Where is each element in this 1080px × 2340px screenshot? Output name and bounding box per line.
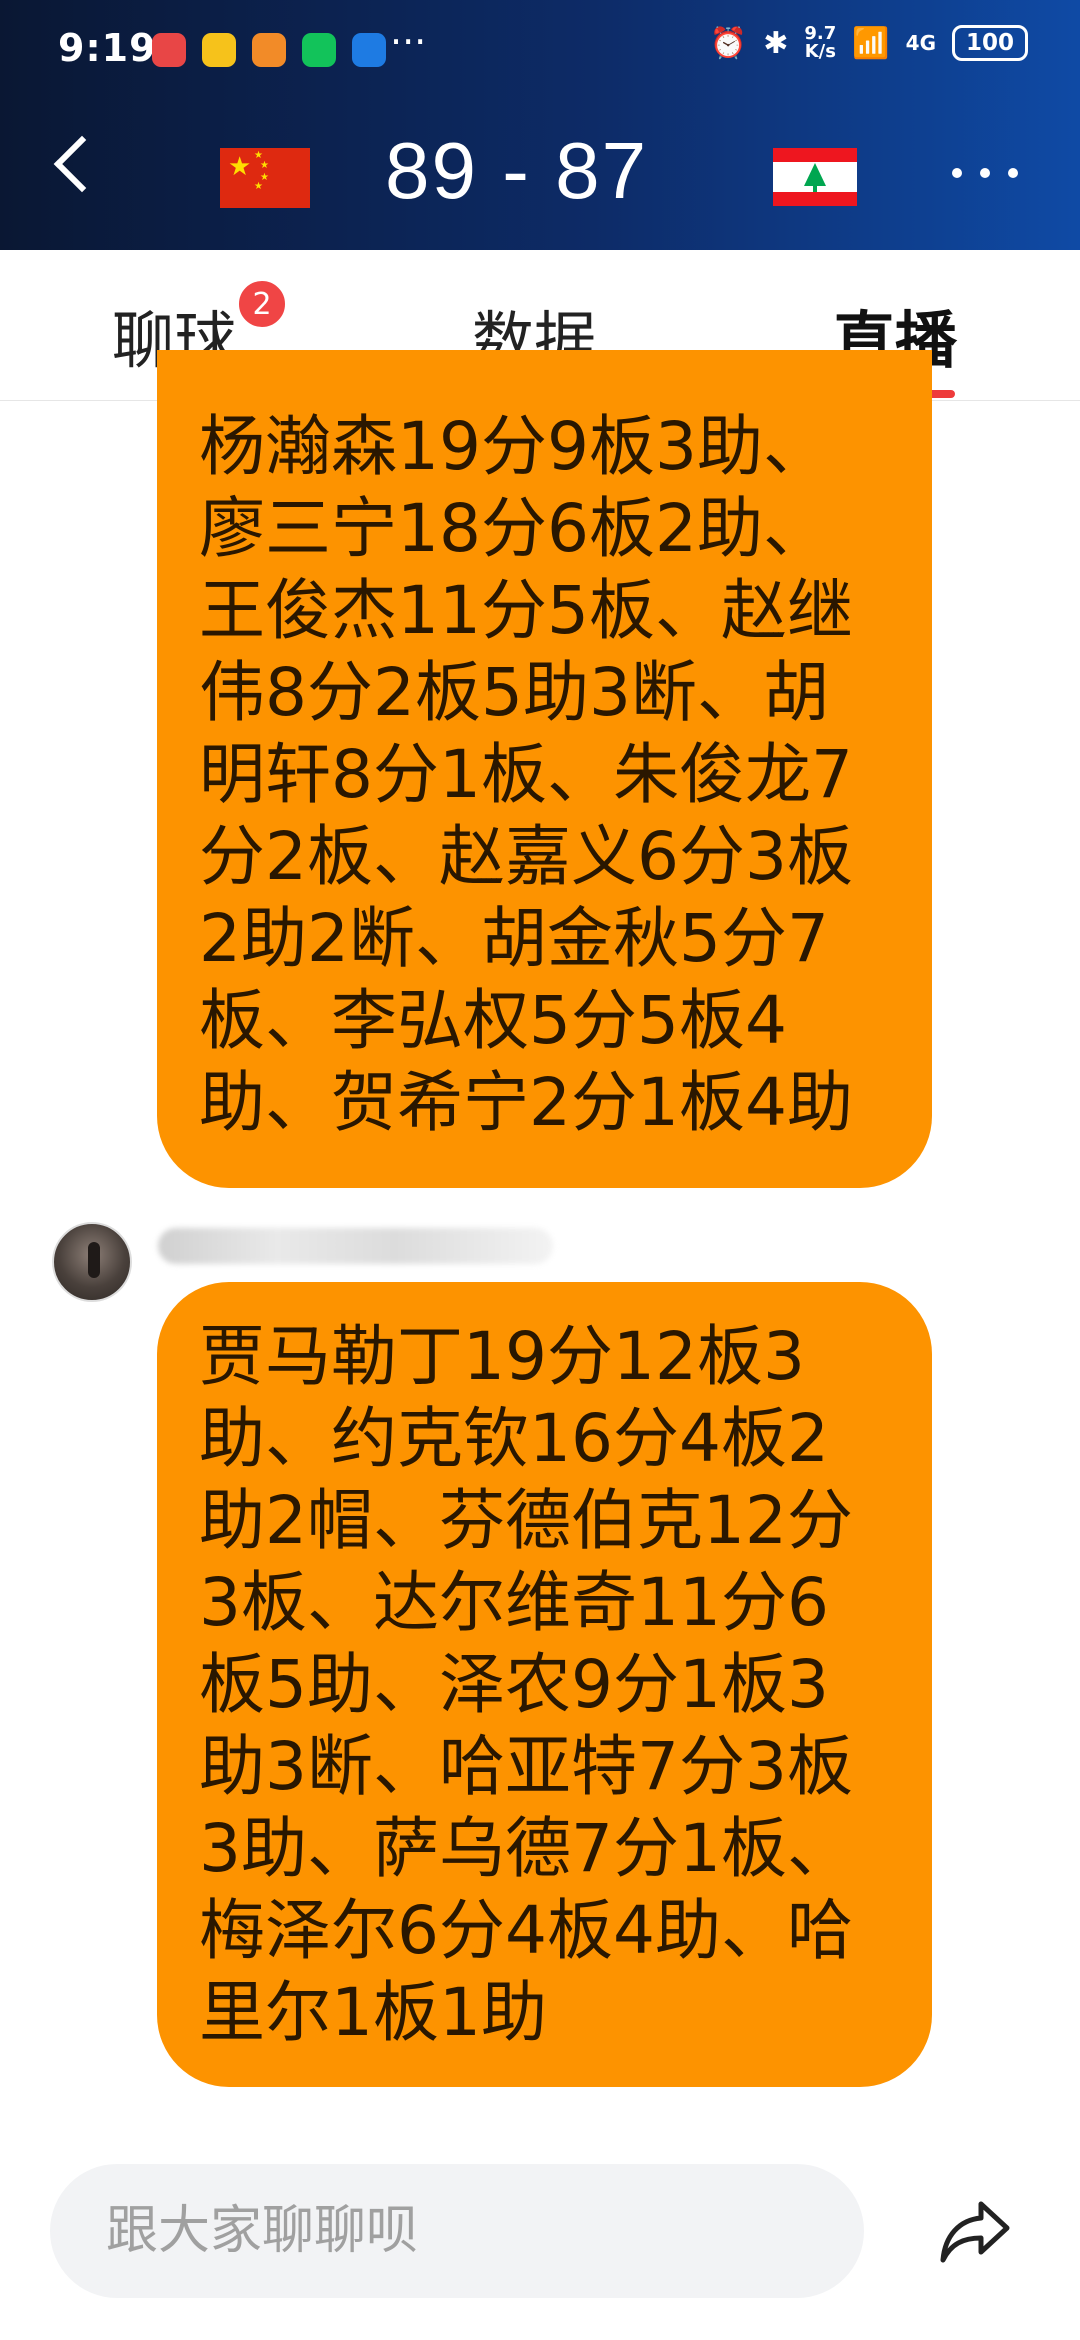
chat-unread-badge: 2	[236, 278, 288, 330]
app-notification-icon	[252, 33, 286, 67]
app-notification-icon	[152, 33, 186, 67]
chat-bubble: 贾马勒丁19分12板3助、约克钦16分4板2助2帽、芬德伯克12分3板、达尔维奇…	[157, 1282, 932, 2087]
wifi-icon: 📶	[852, 25, 890, 61]
back-button[interactable]	[53, 135, 111, 193]
status-bar: 9:19 ··· ⏰ ✱ 9.7 K/s 📶 4G 100	[0, 0, 1080, 100]
match-header: 9:19 ··· ⏰ ✱ 9.7 K/s 📶 4G 100 ★ ★ ★ ★ ★ …	[0, 0, 1080, 250]
network-speed: 9.7 K/s	[804, 23, 837, 62]
match-score: 89 - 87	[385, 126, 649, 215]
battery-icon: 100	[952, 25, 1028, 61]
more-options-button[interactable]	[952, 168, 1018, 178]
alarm-icon: ⏰	[709, 25, 748, 61]
status-time: 9:19	[58, 26, 157, 70]
flag-star: ★	[228, 152, 252, 182]
notification-icons	[152, 33, 386, 67]
network-type: 4G	[905, 31, 936, 55]
more-notifications-icon: ···	[390, 20, 427, 64]
username-blurred	[158, 1228, 553, 1264]
flag-star: ★	[254, 181, 263, 192]
china-flag-icon: ★ ★ ★ ★ ★	[220, 148, 310, 208]
share-icon[interactable]	[935, 2190, 1015, 2270]
app-notification-icon	[352, 33, 386, 67]
app-notification-icon	[202, 33, 236, 67]
wechat-icon	[302, 33, 336, 67]
status-indicators: ⏰ ✱ 9.7 K/s 📶 4G 100	[710, 25, 1028, 61]
cedar-icon	[804, 163, 826, 192]
avatar[interactable]	[52, 1222, 132, 1302]
lebanon-flag-icon	[773, 148, 857, 206]
chat-input[interactable]	[50, 2164, 864, 2298]
bluetooth-icon: ✱	[763, 25, 789, 61]
chat-bubble: 杨瀚森19分9板3助、廖三宁18分6板2助、王俊杰11分5板、赵继伟8分2板5助…	[157, 350, 932, 1188]
flag-star: ★	[260, 160, 269, 171]
